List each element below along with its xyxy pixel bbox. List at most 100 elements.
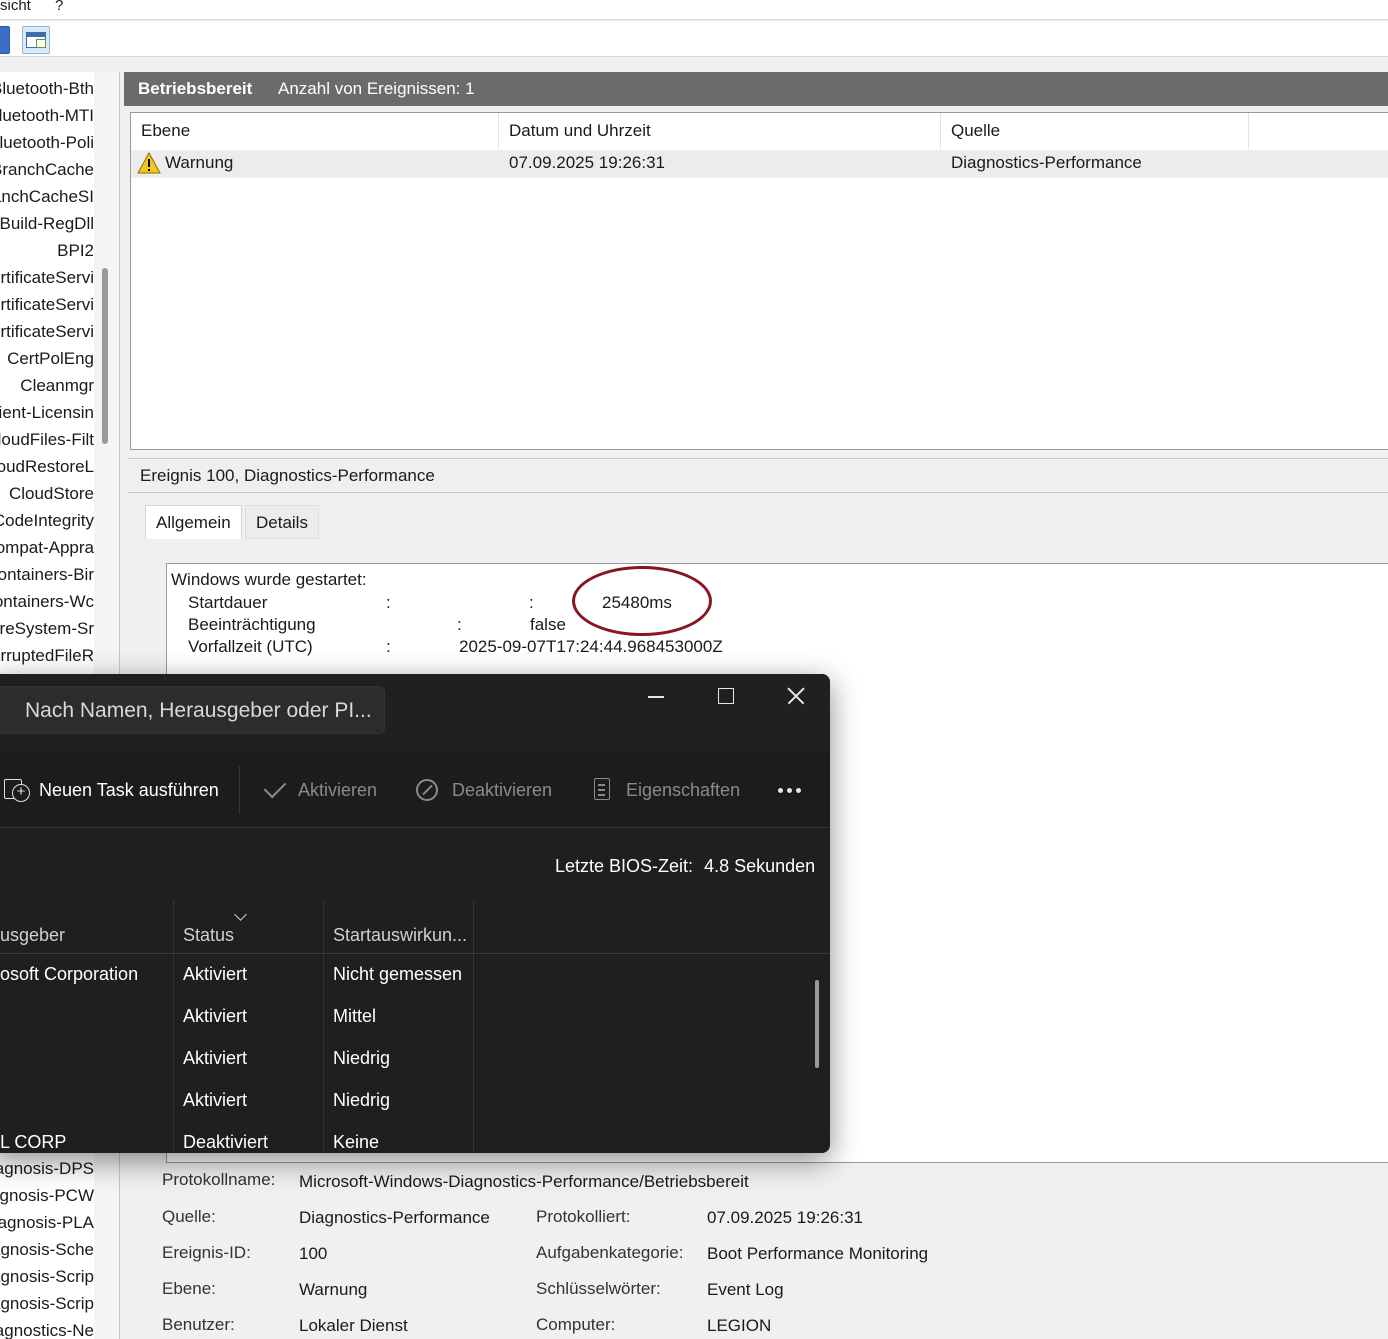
tree-item[interactable]: Diagnosis-Sche bbox=[0, 1237, 94, 1263]
row-status: Aktiviert bbox=[183, 1048, 248, 1068]
close-icon[interactable] bbox=[773, 682, 817, 710]
disable-icon bbox=[416, 779, 438, 801]
column-header-datetime[interactable]: Datum und Uhrzeit bbox=[499, 113, 941, 149]
command-separator bbox=[239, 766, 240, 814]
tab-details[interactable]: Details bbox=[245, 505, 319, 539]
table-row[interactable]: Warnung 07.09.2025 19:26:31 Diagnostics-… bbox=[131, 150, 1388, 178]
tree-item[interactable]: Cleanmgr bbox=[0, 373, 94, 399]
benutzer-label: Benutzer: bbox=[162, 1315, 235, 1334]
row-impact: Niedrig bbox=[333, 1090, 391, 1110]
tree-item[interactable]: BranchCacheSI bbox=[0, 184, 94, 210]
tree-item[interactable]: CertificateServi bbox=[0, 319, 94, 345]
tree-item[interactable]: Diagnosis-PLA bbox=[0, 1210, 94, 1236]
activate-button[interactable]: Aktivieren bbox=[298, 752, 377, 828]
row-impact: Keine bbox=[333, 1132, 380, 1152]
tree-item[interactable]: Containers-Bir bbox=[0, 562, 94, 588]
properties-button[interactable]: Eigenschaften bbox=[626, 752, 740, 828]
tree-item[interactable]: Bluetooth-MTI bbox=[0, 103, 94, 129]
tree-item[interactable]: Bluetooth-Bth bbox=[0, 76, 94, 102]
show-hide-action-pane-icon[interactable] bbox=[22, 26, 50, 54]
log-header: Betriebsbereit Anzahl von Ereignissen: 1 bbox=[124, 72, 1388, 106]
quelle-label: Quelle: bbox=[162, 1207, 216, 1226]
ebene-label: Ebene: bbox=[162, 1279, 216, 1298]
task-manager-window: Nach Namen, Herausgeber oder PI... Neuen… bbox=[0, 674, 830, 1153]
ereignis-id-value: 100 bbox=[299, 1244, 328, 1263]
tree-item[interactable]: CoreSystem-Sr bbox=[0, 616, 94, 642]
properties-icon bbox=[594, 778, 610, 800]
tree-item[interactable]: CloudStore bbox=[0, 481, 94, 507]
tree-item[interactable]: CodeIntegrity bbox=[0, 508, 94, 534]
tree-item[interactable]: Compat-Appra bbox=[0, 535, 94, 561]
tree-item[interactable]: CertificateServi bbox=[0, 265, 94, 291]
new-task-icon bbox=[4, 779, 30, 802]
protokollname-label: Protokollname: bbox=[162, 1170, 276, 1189]
schluesselwoerter-value: Event Log bbox=[707, 1280, 784, 1299]
protokollname-value: Microsoft-Windows-Diagnostics-Performanc… bbox=[299, 1172, 749, 1191]
beeintraechtigung-value: false bbox=[530, 615, 566, 634]
tree-item[interactable]: Client-Licensin bbox=[0, 400, 94, 426]
quelle-value: Diagnostics-Performance bbox=[299, 1208, 490, 1227]
protokolliert-value: 07.09.2025 19:26:31 bbox=[707, 1208, 863, 1227]
tree-item[interactable]: Diagnosis-Scrip bbox=[0, 1264, 94, 1290]
column-header-status[interactable]: Status bbox=[173, 900, 323, 954]
tree-item[interactable]: Build-RegDll bbox=[0, 211, 94, 237]
tree-item[interactable]: Diagnosis-PCW bbox=[0, 1183, 94, 1209]
column-header-startup-impact[interactable]: Startauswirkun... bbox=[323, 900, 473, 954]
menu-bar: sicht ? bbox=[0, 0, 1388, 20]
column-header-source[interactable]: Quelle bbox=[941, 113, 1249, 149]
more-options-icon[interactable] bbox=[778, 788, 783, 793]
tree-item[interactable]: CloudFiles-Filt bbox=[0, 427, 94, 453]
search-placeholder: Nach Namen, Herausgeber oder PI... bbox=[25, 699, 372, 722]
tree-item[interactable]: Diagnosis-Scrip bbox=[0, 1291, 94, 1317]
column-divider bbox=[173, 900, 174, 1153]
vorfallzeit-value: 2025-09-07T17:24:44.968453000Z bbox=[459, 637, 723, 656]
tree-item[interactable]: CorruptedFileR bbox=[0, 643, 94, 669]
tree-item[interactable]: Diagnosis-DPS bbox=[0, 1156, 94, 1182]
row-publisher: L CORP bbox=[0, 1132, 67, 1152]
tree-item[interactable]: Containers-Wc bbox=[0, 589, 94, 615]
warning-icon bbox=[137, 152, 161, 174]
deactivate-button[interactable]: Deaktivieren bbox=[452, 752, 552, 828]
search-input[interactable]: Nach Namen, Herausgeber oder PI... bbox=[0, 686, 385, 734]
ebene-value: Warnung bbox=[299, 1280, 368, 1299]
computer-value: LEGION bbox=[707, 1316, 772, 1335]
column-divider bbox=[323, 900, 324, 1153]
tree-scrollbar-thumb[interactable] bbox=[102, 268, 108, 444]
aufgabenkategorie-label: Aufgabenkategorie: bbox=[536, 1243, 684, 1262]
maximize-icon[interactable] bbox=[703, 682, 747, 710]
startup-apps-table: usgeber Status Startauswirkun... osoft C… bbox=[0, 900, 830, 1153]
tree-item[interactable]: Bluetooth-Poli bbox=[0, 130, 94, 156]
bios-time: Letzte BIOS-Zeit: 4.8 Sekunden bbox=[555, 856, 815, 877]
row-impact: Mittel bbox=[333, 1006, 377, 1026]
protokolliert-label: Protokolliert: bbox=[536, 1207, 631, 1226]
description-heading: Windows wurde gestartet: bbox=[171, 570, 367, 589]
aufgabenkategorie-value: Boot Performance Monitoring bbox=[707, 1244, 929, 1263]
new-task-button[interactable]: Neuen Task ausführen bbox=[39, 752, 219, 828]
tree-item[interactable]: CertificateServi bbox=[0, 292, 94, 318]
tree-item[interactable]: CertPolEng bbox=[0, 346, 94, 372]
menu-item-help[interactable]: ? bbox=[55, 0, 63, 14]
event-datetime: 07.09.2025 19:26:31 bbox=[509, 153, 665, 172]
tab-general[interactable]: Allgemein bbox=[145, 505, 242, 539]
checkmark-icon bbox=[263, 775, 287, 799]
row-status: Aktiviert bbox=[183, 1090, 248, 1110]
column-header-level[interactable]: Ebene bbox=[131, 113, 499, 149]
row-status: Deaktiviert bbox=[183, 1132, 269, 1152]
tree-item[interactable]: Diagnostics-Ne bbox=[0, 1318, 94, 1339]
event-count: Anzahl von Ereignissen: 1 bbox=[278, 79, 475, 98]
benutzer-value: Lokaler Dienst bbox=[299, 1316, 408, 1335]
events-table: Ebene Datum und Uhrzeit Quelle Warnung 0… bbox=[130, 112, 1388, 450]
tree-item[interactable]: BranchCache bbox=[0, 157, 94, 183]
computer-label: Computer: bbox=[536, 1315, 616, 1334]
menu-item-view[interactable]: sicht bbox=[0, 0, 31, 14]
colon: : bbox=[529, 593, 534, 612]
table-scrollbar-thumb[interactable] bbox=[815, 980, 819, 1068]
tree-item[interactable]: CloudRestoreL bbox=[0, 454, 94, 480]
ereignis-id-label: Ereignis-ID: bbox=[162, 1243, 251, 1262]
header-divider bbox=[0, 953, 830, 954]
minimize-icon[interactable] bbox=[634, 682, 678, 710]
column-header-publisher[interactable]: usgeber bbox=[0, 900, 173, 954]
help-icon[interactable] bbox=[0, 26, 10, 54]
tree-item[interactable]: BPI2 bbox=[0, 238, 94, 264]
event-detail-title: Ereignis 100, Diagnostics-Performance bbox=[128, 459, 1388, 493]
